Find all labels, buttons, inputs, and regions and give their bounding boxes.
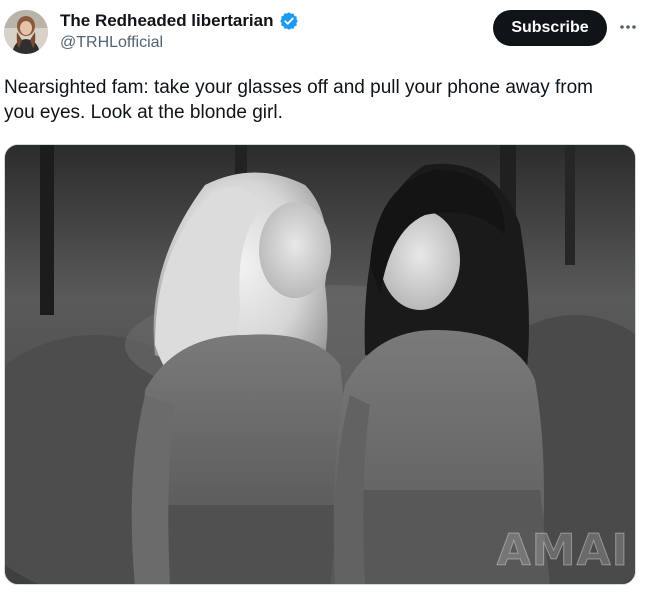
verified-badge-icon — [279, 11, 299, 31]
tweet-header: The Redheaded libertarian @TRHLofficial … — [0, 0, 648, 64]
author-name[interactable]: The Redheaded libertarian — [60, 11, 274, 31]
avatar[interactable] — [4, 10, 48, 54]
tweet-text-line-2: you eyes. Look at the blonde girl. — [4, 102, 283, 123]
profile-photo-icon — [4, 10, 48, 54]
author-name-row: The Redheaded libertarian — [60, 10, 299, 32]
tweet-text: Nearsighted fam: take your glasses off a… — [4, 75, 634, 125]
tweet-text-line-1: Nearsighted fam: take your glasses off a… — [4, 77, 593, 98]
watermark-text: AMAI — [496, 525, 629, 577]
author-handle[interactable]: @TRHLofficial — [60, 34, 163, 52]
photo-two-girls-bw — [5, 145, 635, 584]
subscribe-button[interactable]: Subscribe — [493, 10, 607, 46]
tweet-media-photo[interactable]: AMAI — [4, 144, 636, 585]
more-horizontal-icon[interactable] — [617, 16, 639, 38]
